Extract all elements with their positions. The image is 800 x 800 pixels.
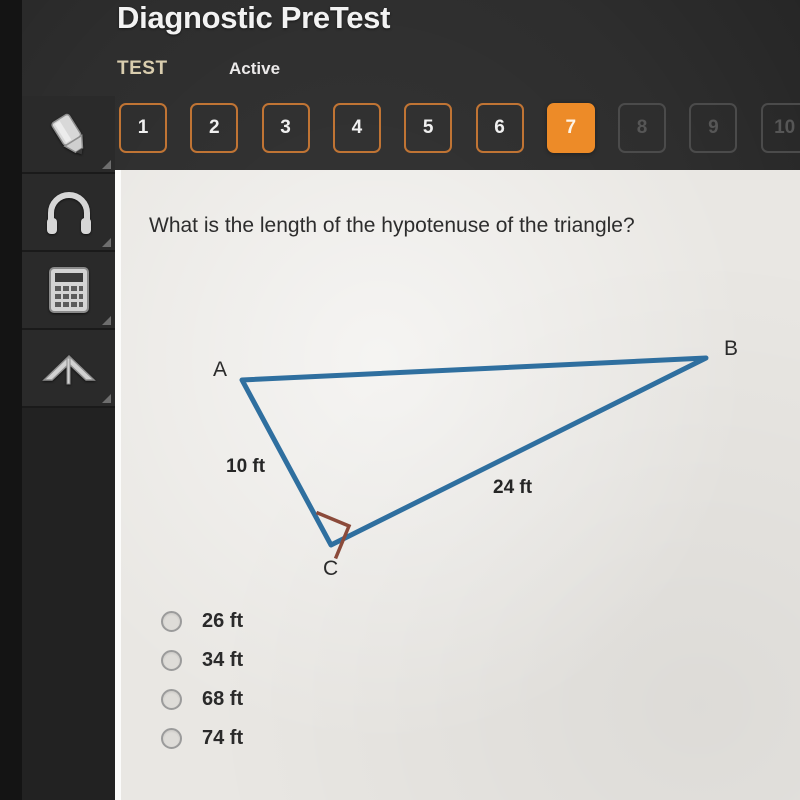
question-tab-8: 8 — [618, 103, 667, 153]
answer-option-3[interactable]: 68 ft — [161, 680, 561, 719]
question-tab-6[interactable]: 6 — [475, 103, 524, 153]
highlighter-icon — [43, 108, 95, 160]
radio-button[interactable] — [161, 611, 182, 632]
protractor-icon — [40, 346, 98, 390]
calculator-icon — [47, 265, 91, 315]
answer-options: 26 ft 34 ft 68 ft 74 ft — [161, 602, 561, 758]
question-tab-4[interactable]: 4 — [332, 103, 381, 153]
calculator-tool[interactable] — [22, 252, 115, 330]
question-tabstrip: 1 2 3 4 5 6 7 8 9 10 — [0, 103, 800, 165]
vertex-label-c: C — [323, 557, 339, 580]
answer-option-2[interactable]: 34 ft — [161, 641, 561, 680]
status-badge: Active — [229, 59, 281, 78]
side-label-bc: 24 ft — [493, 477, 533, 498]
question-tab-5[interactable]: 5 — [404, 103, 453, 153]
question-panel: What is the length of the hypotenuse of … — [115, 170, 800, 800]
tool-corner-indicator — [102, 238, 111, 247]
triangle-outline — [239, 355, 709, 548]
answer-option-label: 26 ft — [202, 610, 244, 632]
highlighter-tool[interactable] — [22, 96, 115, 174]
protractor-tool[interactable] — [22, 330, 115, 408]
radio-button[interactable] — [161, 689, 182, 710]
tool-sidebar — [22, 96, 115, 800]
question-tab-1[interactable]: 1 — [119, 103, 167, 153]
question-tab-7[interactable]: 7 — [546, 103, 595, 153]
question-tab-3[interactable]: 3 — [261, 103, 310, 153]
answer-option-4[interactable]: 74 ft — [161, 719, 561, 758]
page-title: Diagnostic PreTest — [117, 0, 391, 35]
answer-option-label: 74 ft — [202, 727, 244, 749]
question-tab-9: 9 — [689, 103, 738, 153]
headphones-icon — [43, 189, 95, 235]
vertex-label-a: A — [213, 358, 228, 381]
answer-option-1[interactable]: 26 ft — [161, 602, 561, 641]
test-label: TEST — [117, 58, 168, 79]
question-text: What is the length of the hypotenuse of … — [149, 214, 635, 237]
radio-button[interactable] — [161, 650, 182, 671]
triangle-figure: A B C 10 ft 24 ft — [141, 320, 781, 610]
tool-corner-indicator — [102, 160, 111, 169]
toolbar-filler — [22, 408, 115, 800]
tool-corner-indicator — [102, 394, 111, 403]
audio-tool[interactable] — [22, 174, 115, 252]
answer-option-label: 68 ft — [202, 688, 244, 710]
radio-button[interactable] — [161, 728, 182, 749]
answer-option-label: 34 ft — [202, 649, 244, 671]
question-tab-10: 10 — [760, 103, 800, 153]
vertex-label-b: B — [724, 337, 739, 360]
side-label-ac: 10 ft — [226, 456, 266, 477]
right-angle-marker — [315, 510, 352, 560]
app-header: Diagnostic PreTest TEST Active — [0, 0, 800, 96]
question-tab-2[interactable]: 2 — [190, 103, 239, 153]
test-app-window: Diagnostic PreTest TEST Active 123456789… — [0, 0, 800, 800]
tool-corner-indicator — [102, 316, 111, 325]
